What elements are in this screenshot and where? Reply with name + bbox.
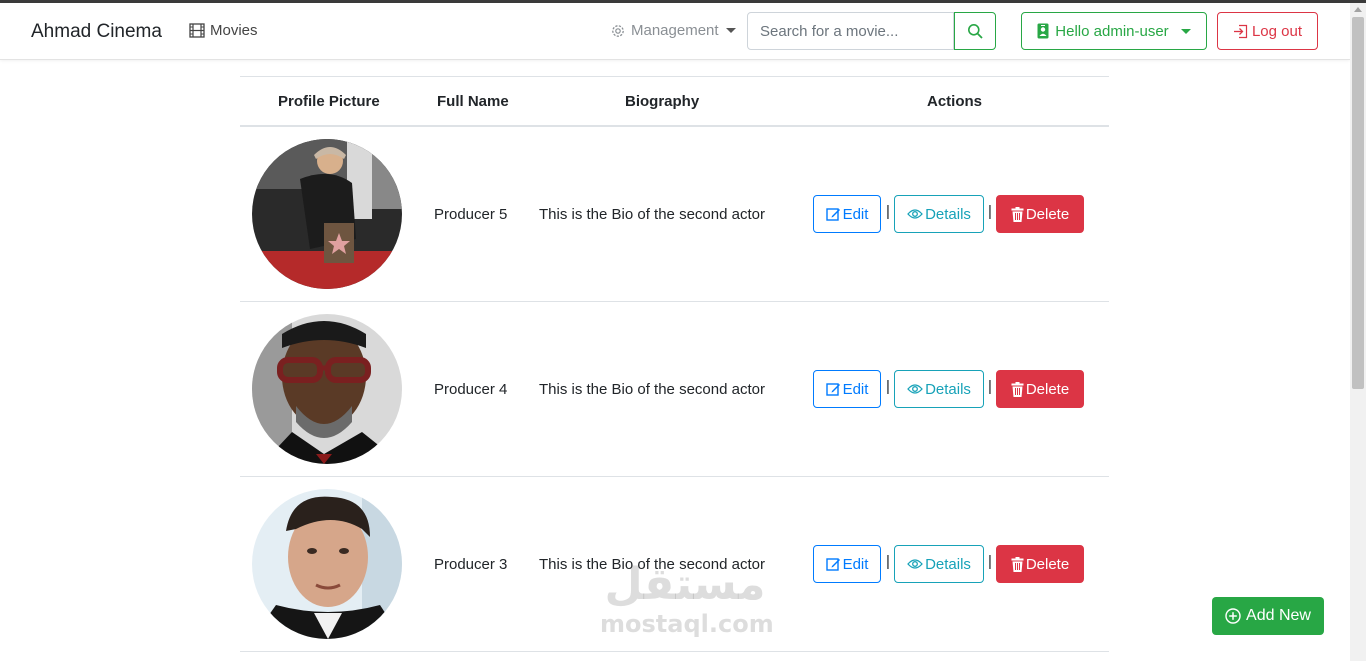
delete-label: Delete bbox=[1025, 380, 1070, 398]
trash-icon bbox=[1011, 381, 1024, 397]
delete-button[interactable]: Delete bbox=[996, 370, 1084, 408]
edit-button[interactable]: Edit bbox=[813, 195, 881, 233]
logout-icon bbox=[1233, 24, 1248, 38]
brand[interactable]: Ahmad Cinema bbox=[31, 21, 162, 43]
pencil-square-icon bbox=[825, 557, 840, 571]
avatar bbox=[252, 314, 402, 464]
header-biography: Biography bbox=[625, 93, 700, 110]
details-button[interactable]: Details bbox=[894, 370, 984, 408]
management-label: Management bbox=[631, 22, 719, 39]
navbar: Ahmad Cinema Movies Management Search fo… bbox=[0, 3, 1350, 60]
search-button[interactable] bbox=[954, 12, 996, 50]
scroll-up-arrow-icon[interactable] bbox=[1354, 7, 1362, 12]
edit-button[interactable]: Edit bbox=[813, 370, 881, 408]
nav-movies-label: Movies bbox=[210, 22, 258, 39]
avatar bbox=[252, 489, 402, 639]
producer-name: Producer 5 bbox=[434, 206, 508, 223]
delete-label: Delete bbox=[1025, 555, 1070, 573]
eye-icon bbox=[907, 384, 923, 394]
details-label: Details bbox=[925, 555, 971, 573]
person-badge-icon bbox=[1037, 23, 1049, 39]
scrollbar-thumb[interactable] bbox=[1352, 17, 1364, 389]
producer-bio: This is the Bio of the second actor bbox=[539, 381, 765, 398]
avatar bbox=[252, 139, 402, 289]
nav-movies-link[interactable]: Movies bbox=[189, 22, 258, 39]
logout-label: Log out bbox=[1251, 22, 1303, 40]
pencil-square-icon bbox=[825, 382, 840, 396]
search-icon bbox=[968, 24, 983, 39]
management-dropdown[interactable]: Management bbox=[610, 22, 736, 39]
eye-icon bbox=[907, 559, 923, 569]
eye-icon bbox=[907, 209, 923, 219]
action-separator: | bbox=[886, 378, 890, 395]
header-full-name: Full Name bbox=[437, 93, 509, 110]
user-dropdown-label: Hello admin-user bbox=[1055, 22, 1169, 40]
gear-icon bbox=[612, 24, 624, 37]
edit-label: Edit bbox=[842, 380, 869, 398]
details-button[interactable]: Details bbox=[894, 195, 984, 233]
producer-bio: This is the Bio of the second actor bbox=[539, 206, 765, 223]
logout-button[interactable]: Log out bbox=[1217, 12, 1318, 50]
trash-icon bbox=[1011, 556, 1024, 572]
add-new-label: Add New bbox=[1246, 607, 1311, 624]
action-separator: | bbox=[988, 553, 992, 570]
chevron-down-icon bbox=[725, 28, 736, 33]
edit-label: Edit bbox=[842, 205, 869, 223]
table-row: Producer 4 This is the Bio of the second… bbox=[240, 302, 1109, 477]
search-input[interactable] bbox=[747, 12, 954, 50]
chevron-down-icon bbox=[1180, 28, 1191, 34]
trash-icon bbox=[1011, 206, 1024, 222]
page-scrollbar[interactable] bbox=[1350, 3, 1366, 661]
delete-button[interactable]: Delete bbox=[996, 545, 1084, 583]
film-icon bbox=[189, 23, 205, 38]
header-actions: Actions bbox=[927, 93, 983, 110]
action-separator: | bbox=[988, 378, 992, 395]
details-button[interactable]: Details bbox=[894, 545, 984, 583]
producer-name: Producer 3 bbox=[434, 556, 508, 573]
action-separator: | bbox=[988, 203, 992, 220]
watermark: مستقل mostaql.com bbox=[600, 559, 774, 639]
user-dropdown-button[interactable]: Hello admin-user bbox=[1021, 12, 1207, 50]
delete-label: Delete bbox=[1025, 205, 1070, 223]
header-profile-picture: Profile Picture bbox=[278, 93, 380, 110]
table-header: Profile Picture Full Name Biography Acti… bbox=[240, 76, 1109, 127]
table-row: Producer 5 This is the Bio of the second… bbox=[240, 127, 1109, 302]
action-separator: | bbox=[886, 203, 890, 220]
plus-circle-icon bbox=[1225, 608, 1241, 624]
watermark-latin: mostaql.com bbox=[600, 610, 774, 638]
producer-name: Producer 4 bbox=[434, 381, 508, 398]
pencil-square-icon bbox=[825, 207, 840, 221]
details-label: Details bbox=[925, 205, 971, 223]
action-separator: | bbox=[886, 553, 890, 570]
edit-button[interactable]: Edit bbox=[813, 545, 881, 583]
details-label: Details bbox=[925, 380, 971, 398]
add-new-button[interactable]: Add New bbox=[1212, 597, 1324, 635]
delete-button[interactable]: Delete bbox=[996, 195, 1084, 233]
edit-label: Edit bbox=[842, 555, 869, 573]
watermark-arabic: مستقل bbox=[604, 559, 766, 610]
